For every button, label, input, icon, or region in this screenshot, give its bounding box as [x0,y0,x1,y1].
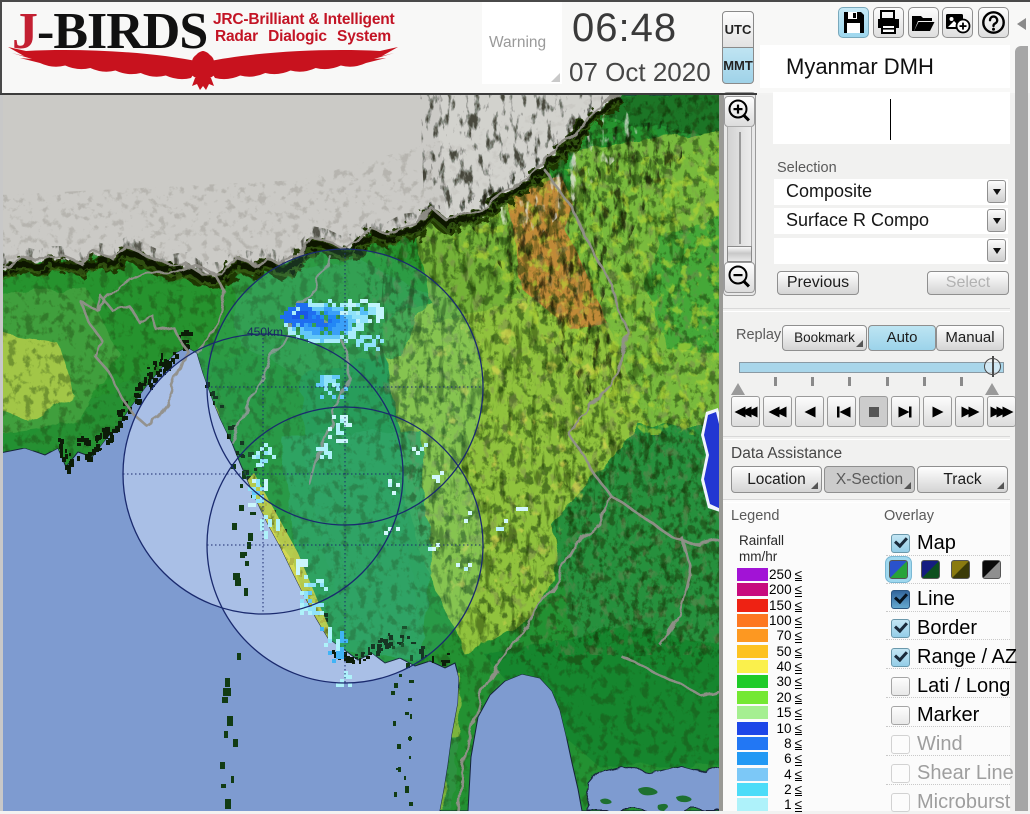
svg-text:450km: 450km [247,325,283,339]
